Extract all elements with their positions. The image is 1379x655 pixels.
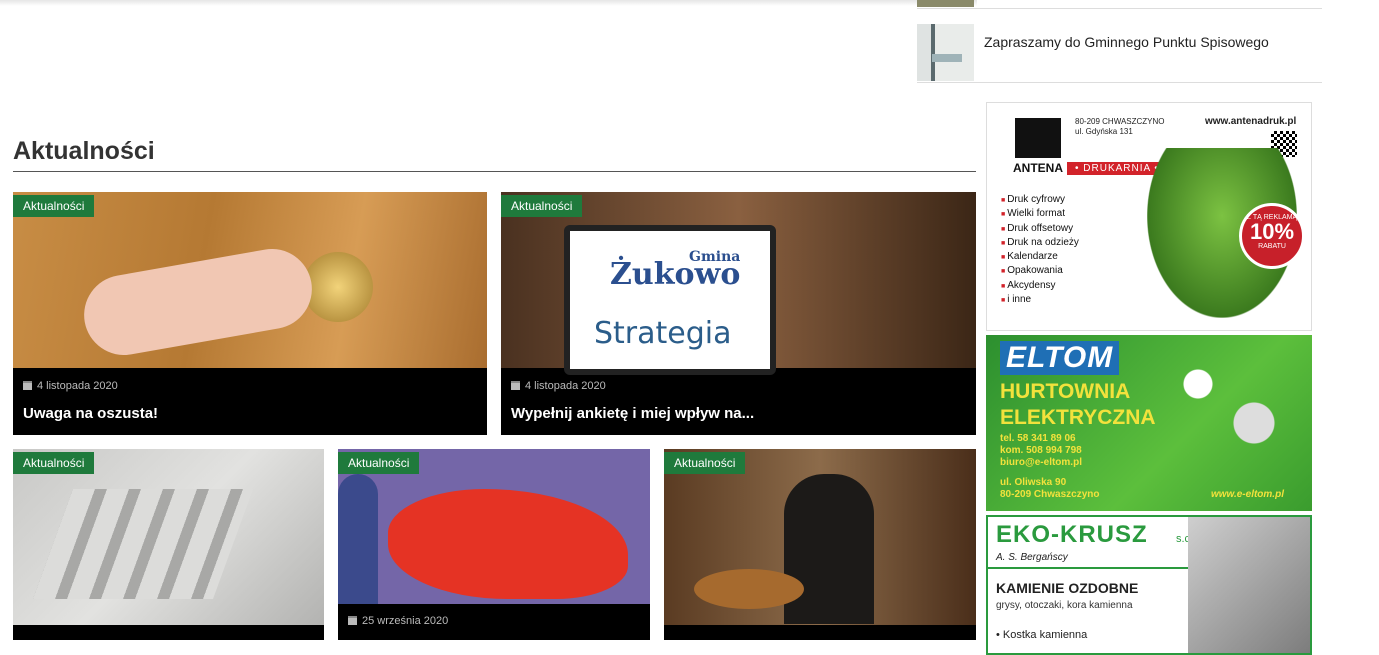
news-card-image[interactable] <box>664 449 976 625</box>
date-text: 4 listopada 2020 <box>525 380 606 392</box>
news-card[interactable]: Aktualności 25 września 2020 <box>338 449 650 640</box>
ad-address: 80-209 CHWASZCZYNO ul. Gdyńska 131 <box>1075 117 1165 136</box>
news-card[interactable]: Aktualności 4 listopada 2020 Uwaga na os… <box>13 192 487 435</box>
ad-headline: KAMIENIE OZDOBNE <box>996 580 1139 596</box>
news-card-date: 4 listopada 2020 <box>511 380 606 392</box>
sidebar-post-partial[interactable] <box>917 0 1322 9</box>
ad-website: www.e-eltom.pl <box>1211 489 1284 500</box>
category-badge[interactable]: Aktualności <box>338 452 420 474</box>
sidebar-post[interactable]: Zapraszamy do Gminnego Punktu Spisowego <box>917 9 1322 83</box>
category-badge[interactable]: Aktualności <box>664 452 746 474</box>
post-thumbnail[interactable] <box>917 0 974 7</box>
news-card-image[interactable] <box>13 192 487 368</box>
news-card-date: 25 września 2020 <box>348 615 448 627</box>
calendar-icon <box>23 381 32 390</box>
tablet-graphic: Gmina Żukowo Strategia <box>564 225 776 375</box>
news-card[interactable]: Aktualności <box>13 449 324 640</box>
antena-logo-icon <box>1015 118 1061 158</box>
ad-services-list: Druk cyfrowy Wielki format Druk offsetow… <box>1001 193 1079 307</box>
news-card[interactable]: Gmina Żukowo Strategia Aktualności 4 list… <box>501 192 976 435</box>
section-title: Aktualności <box>13 137 155 165</box>
ad-eltom[interactable]: ELTOM HURTOWNIA ELEKTRYCZNA tel. 58 341 … <box>986 335 1312 511</box>
ad-brand: ANTENA <box>1013 161 1063 175</box>
ad-contact: tel. 58 341 89 06 kom. 508 994 798 biuro… <box>1000 433 1082 468</box>
gmina-logo: Gmina Żukowo <box>610 249 741 292</box>
post-thumbnail[interactable] <box>917 24 974 81</box>
ad-website: www.antenadruk.pl <box>1205 116 1297 127</box>
news-card[interactable]: Aktualności <box>664 449 976 640</box>
section-divider <box>13 171 976 172</box>
strategia-word: Strategia <box>594 316 732 351</box>
ad-brand: ELTOM <box>1000 341 1120 375</box>
ad-headline: HURTOWNIA ELEKTRYCZNA <box>1000 380 1156 429</box>
ad-divider <box>988 567 1188 569</box>
stones-photo <box>1188 517 1310 653</box>
sidebar-recent-posts: Zapraszamy do Gminnego Punktu Spisowego <box>917 0 1322 83</box>
category-badge[interactable]: Aktualności <box>501 195 583 217</box>
news-card-date: 4 listopada 2020 <box>23 380 118 392</box>
news-card-image[interactable]: Gmina Żukowo Strategia <box>501 192 976 375</box>
news-card-title[interactable]: Wypełnij ankietę i miej wpływ na... <box>511 405 754 422</box>
ad-item: • Kostka kamienna <box>996 629 1088 641</box>
date-text: 25 września 2020 <box>362 615 449 627</box>
top-shadow <box>0 0 977 6</box>
sidebar-post-title[interactable]: Zapraszamy do Gminnego Punktu Spisowego <box>984 34 1269 50</box>
category-badge[interactable]: Aktualności <box>13 452 95 474</box>
category-badge[interactable]: Aktualności <box>13 195 95 217</box>
date-text: 4 listopada 2020 <box>37 380 118 392</box>
news-card-title[interactable]: Uwaga na oszusta! <box>23 405 158 422</box>
ad-eko-krusz[interactable]: EKO-KRUSZ s.c. A. S. Bergańscy KAMIENIE … <box>986 515 1312 655</box>
ad-antena-drukarnia[interactable]: ANTENA • DRUKARNIA • 80-209 CHWASZCZYNO … <box>986 102 1312 331</box>
lamps-illustration <box>1156 345 1296 475</box>
news-card-image[interactable] <box>13 449 324 625</box>
discount-badge: Z TĄ REKLAMĄ 10% RABATU <box>1239 203 1305 269</box>
ad-subline: grysy, otoczaki, kora kamienna <box>996 600 1133 611</box>
calendar-icon <box>511 381 520 390</box>
ad-address: ul. Oliwska 90 80-209 Chwaszczyno <box>1000 477 1100 500</box>
ad-brand: EKO-KRUSZ <box>996 521 1148 548</box>
ad-owner: A. S. Bergańscy <box>996 552 1068 563</box>
calendar-icon <box>348 616 357 625</box>
